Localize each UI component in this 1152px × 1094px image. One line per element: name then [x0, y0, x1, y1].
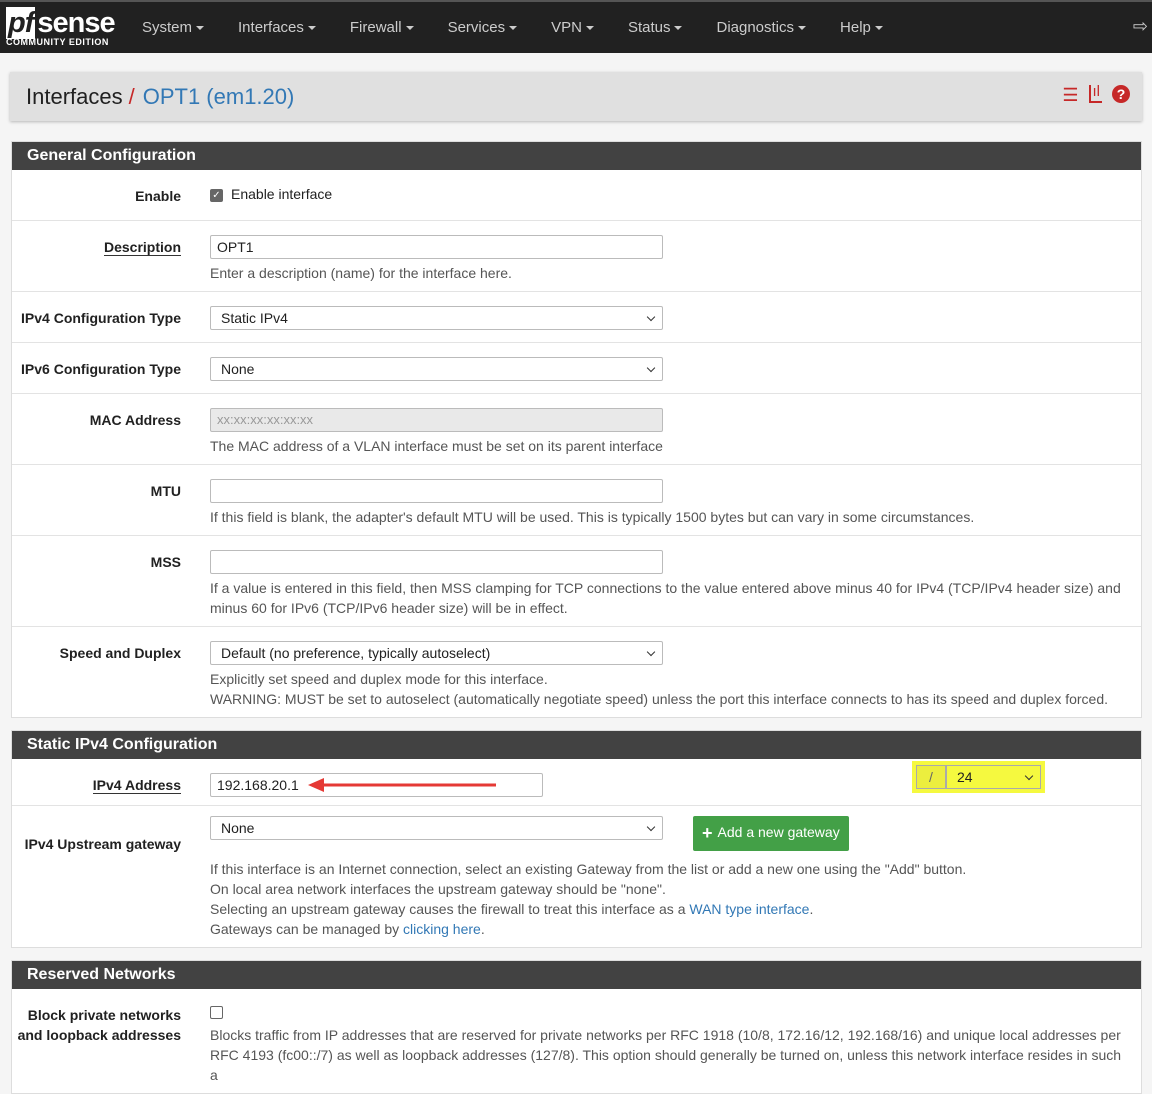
panel-heading: General Configuration	[12, 142, 1141, 170]
description-label: Description	[103, 239, 181, 256]
bar-chart-icon[interactable]: ıl	[1088, 84, 1102, 103]
subnet-mask-select[interactable]: /24	[912, 761, 1045, 793]
menu-help[interactable]: Help	[823, 19, 900, 36]
mss-label: MSS	[150, 554, 181, 570]
mac-help: The MAC address of a VLAN interface must…	[210, 438, 663, 454]
general-config-panel: General Configuration Enable ✓ Enable int…	[11, 141, 1142, 718]
breadcrumb: Interfaces / OPT1 (em1.20) ☰ ıl ?	[10, 72, 1142, 121]
description-input[interactable]: OPT1	[210, 235, 663, 259]
gateway-help-1: If this interface is an Internet connect…	[210, 861, 967, 877]
menu-system[interactable]: System	[125, 19, 221, 36]
enable-text: Enable interface	[231, 186, 333, 202]
speed-warning: WARNING: MUST be set to autoselect (auto…	[210, 691, 1109, 707]
gateway-select[interactable]: None	[210, 816, 663, 840]
logout-icon[interactable]: ⇨	[1133, 16, 1148, 37]
mac-label: MAC Address	[89, 412, 181, 428]
breadcrumb-parent[interactable]: Interfaces	[26, 84, 123, 110]
wan-type-link[interactable]: WAN type interface	[689, 901, 809, 917]
gateway-label: IPv4 Upstream gateway	[24, 836, 181, 852]
mtu-input[interactable]	[210, 479, 663, 503]
pfsense-logo[interactable]: pf sense COMMUNITY EDITION	[0, 6, 125, 47]
menu-firewall[interactable]: Firewall	[333, 19, 431, 36]
add-gateway-button[interactable]: + Add a new gateway	[693, 816, 849, 851]
menu-status[interactable]: Status	[611, 19, 700, 36]
block-private-label: Block private networks and loopback addr…	[17, 1007, 181, 1043]
red-arrow-annotation	[308, 778, 496, 792]
menu-services[interactable]: Services	[431, 19, 535, 36]
ipv4-type-select[interactable]: Static IPv4	[210, 306, 663, 330]
gateway-help-2: On local area network interfaces the ups…	[210, 881, 666, 897]
ipv6-type-select[interactable]: None	[210, 357, 663, 381]
speed-select[interactable]: Default (no preference, typically autose…	[210, 641, 663, 665]
static-ipv4-panel: Static IPv4 Configuration IPv4 Address 1…	[11, 730, 1142, 948]
sliders-icon[interactable]: ☰	[1062, 85, 1078, 106]
mtu-label: MTU	[150, 483, 181, 499]
ipv6-type-label: IPv6 Configuration Type	[21, 361, 181, 377]
reserved-networks-panel: Reserved Networks Block private networks…	[11, 960, 1142, 1094]
ipv4-address-label: IPv4 Address	[92, 777, 181, 794]
clicking-here-link[interactable]: clicking here	[403, 921, 481, 937]
navbar: pf sense COMMUNITY EDITION System Interfa…	[0, 0, 1152, 53]
mac-input[interactable]: xx:xx:xx:xx:xx:xx	[210, 408, 663, 432]
logo-subtitle: COMMUNITY EDITION	[6, 36, 109, 47]
plus-icon: +	[702, 823, 713, 843]
block-private-help: Blocks traffic from IP addresses that ar…	[210, 1027, 1122, 1083]
panel-heading: Reserved Networks	[12, 961, 1141, 989]
mss-help: If a value is entered in this field, the…	[210, 580, 1121, 616]
block-private-checkbox[interactable]	[210, 1005, 223, 1019]
help-icon[interactable]: ?	[1112, 85, 1130, 103]
ipv4-type-label: IPv4 Configuration Type	[21, 310, 181, 326]
menu-diagnostics[interactable]: Diagnostics	[699, 19, 823, 36]
logo-pf: pf	[6, 6, 36, 39]
description-help: Enter a description (name) for the inter…	[210, 265, 512, 281]
speed-help: Explicitly set speed and duplex mode for…	[210, 671, 548, 687]
menu-vpn[interactable]: VPN	[534, 19, 611, 36]
enable-label: Enable	[135, 188, 181, 204]
breadcrumb-current[interactable]: OPT1 (em1.20)	[143, 84, 295, 110]
logo-text: sense	[37, 6, 115, 39]
breadcrumb-separator: /	[128, 83, 135, 109]
speed-label: Speed and Duplex	[59, 645, 181, 661]
enable-checkbox[interactable]: ✓	[210, 188, 223, 202]
gateway-help-4: Gateways can be managed by	[210, 921, 404, 937]
panel-heading: Static IPv4 Configuration	[12, 731, 1141, 759]
mss-input[interactable]	[210, 550, 663, 574]
menu-interfaces[interactable]: Interfaces	[221, 19, 333, 36]
mtu-help: If this field is blank, the adapter's de…	[210, 509, 975, 525]
gateway-help-3: Selecting an upstream gateway causes the…	[210, 901, 690, 917]
